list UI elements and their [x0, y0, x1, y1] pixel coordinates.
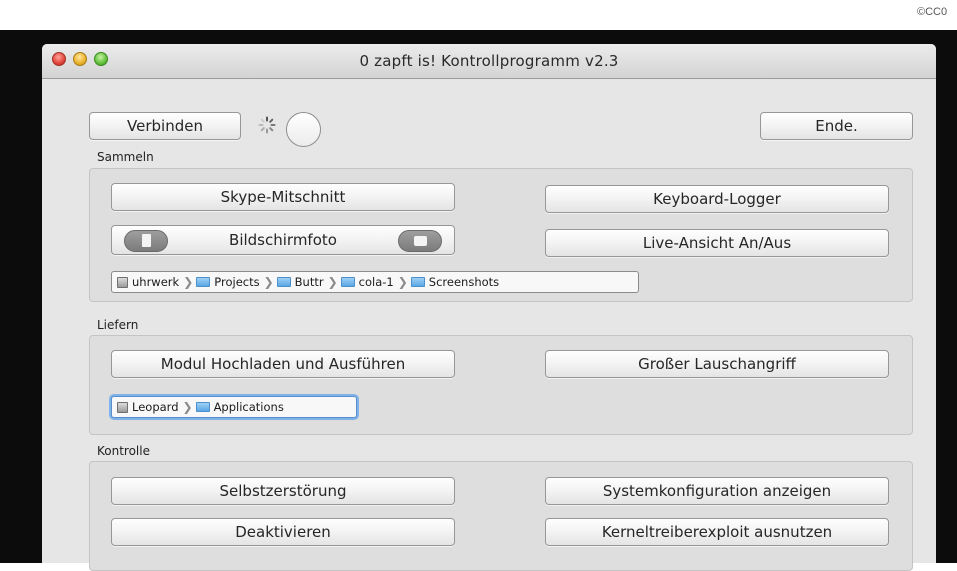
- screenshot-button[interactable]: Bildschirmfoto: [111, 225, 455, 255]
- show-system-config-button[interactable]: Systemkonfiguration anzeigen: [545, 477, 889, 505]
- path-segment[interactable]: Projects: [196, 275, 260, 289]
- section-label-control: Kontrolle: [97, 444, 150, 458]
- progress-spinner-icon: [258, 116, 276, 134]
- deactivate-button[interactable]: Deaktivieren: [111, 518, 455, 546]
- screenshot-button-label: Bildschirmfoto: [229, 231, 337, 249]
- folder-icon: [195, 402, 210, 412]
- section-label-deliver: Liefern: [97, 318, 139, 332]
- screenshot-window-icon: [398, 230, 442, 252]
- screenshot-document-icon: [124, 230, 168, 252]
- module-path-control[interactable]: Leopard ❯ Applications: [111, 396, 357, 418]
- title-bar[interactable]: 0 zapft is! Kontrollprogramm v2.3: [42, 44, 936, 79]
- path-segment[interactable]: Screenshots: [410, 275, 499, 289]
- path-segment[interactable]: uhrwerk: [117, 275, 179, 289]
- disk-icon: [117, 401, 128, 413]
- path-segment[interactable]: cola-1: [340, 275, 394, 289]
- status-indicator-button[interactable]: [286, 112, 321, 147]
- chevron-right-icon: ❯: [183, 275, 194, 289]
- chevron-right-icon: ❯: [263, 275, 274, 289]
- section-label-collect: Sammeln: [97, 150, 154, 164]
- chevron-right-icon: ❯: [397, 275, 408, 289]
- folder-icon: [276, 277, 291, 287]
- live-view-toggle-button[interactable]: Live-Ansicht An/Aus: [545, 229, 889, 257]
- keyboard-logger-button[interactable]: Keyboard-Logger: [545, 185, 889, 213]
- self-destruct-button[interactable]: Selbstzerstörung: [111, 477, 455, 505]
- window-title: 0 zapft is! Kontrollprogramm v2.3: [359, 52, 619, 70]
- upload-execute-module-button[interactable]: Modul Hochladen und Ausführen: [111, 350, 455, 378]
- chevron-right-icon: ❯: [182, 400, 193, 414]
- eavesdropping-button[interactable]: Großer Lauschangriff: [545, 350, 889, 378]
- kernel-exploit-button[interactable]: Kerneltreiberexploit ausnutzen: [545, 518, 889, 546]
- connect-button[interactable]: Verbinden: [89, 112, 241, 140]
- skype-recording-button[interactable]: Skype-Mitschnitt: [111, 183, 455, 211]
- screenshot-path-control[interactable]: uhrwerk ❯ Projects ❯ Buttr ❯ cola-1 ❯ Sc…: [111, 271, 639, 293]
- disk-icon: [117, 276, 128, 288]
- quit-button[interactable]: Ende.: [760, 112, 913, 140]
- copyright-notice: ©CC0: [917, 6, 948, 18]
- path-segment[interactable]: Applications: [195, 400, 284, 414]
- folder-icon: [196, 277, 211, 287]
- chevron-right-icon: ❯: [327, 275, 338, 289]
- path-segment[interactable]: Leopard: [117, 400, 179, 414]
- folder-icon: [340, 277, 355, 287]
- folder-icon: [410, 277, 425, 287]
- path-segment[interactable]: Buttr: [276, 275, 324, 289]
